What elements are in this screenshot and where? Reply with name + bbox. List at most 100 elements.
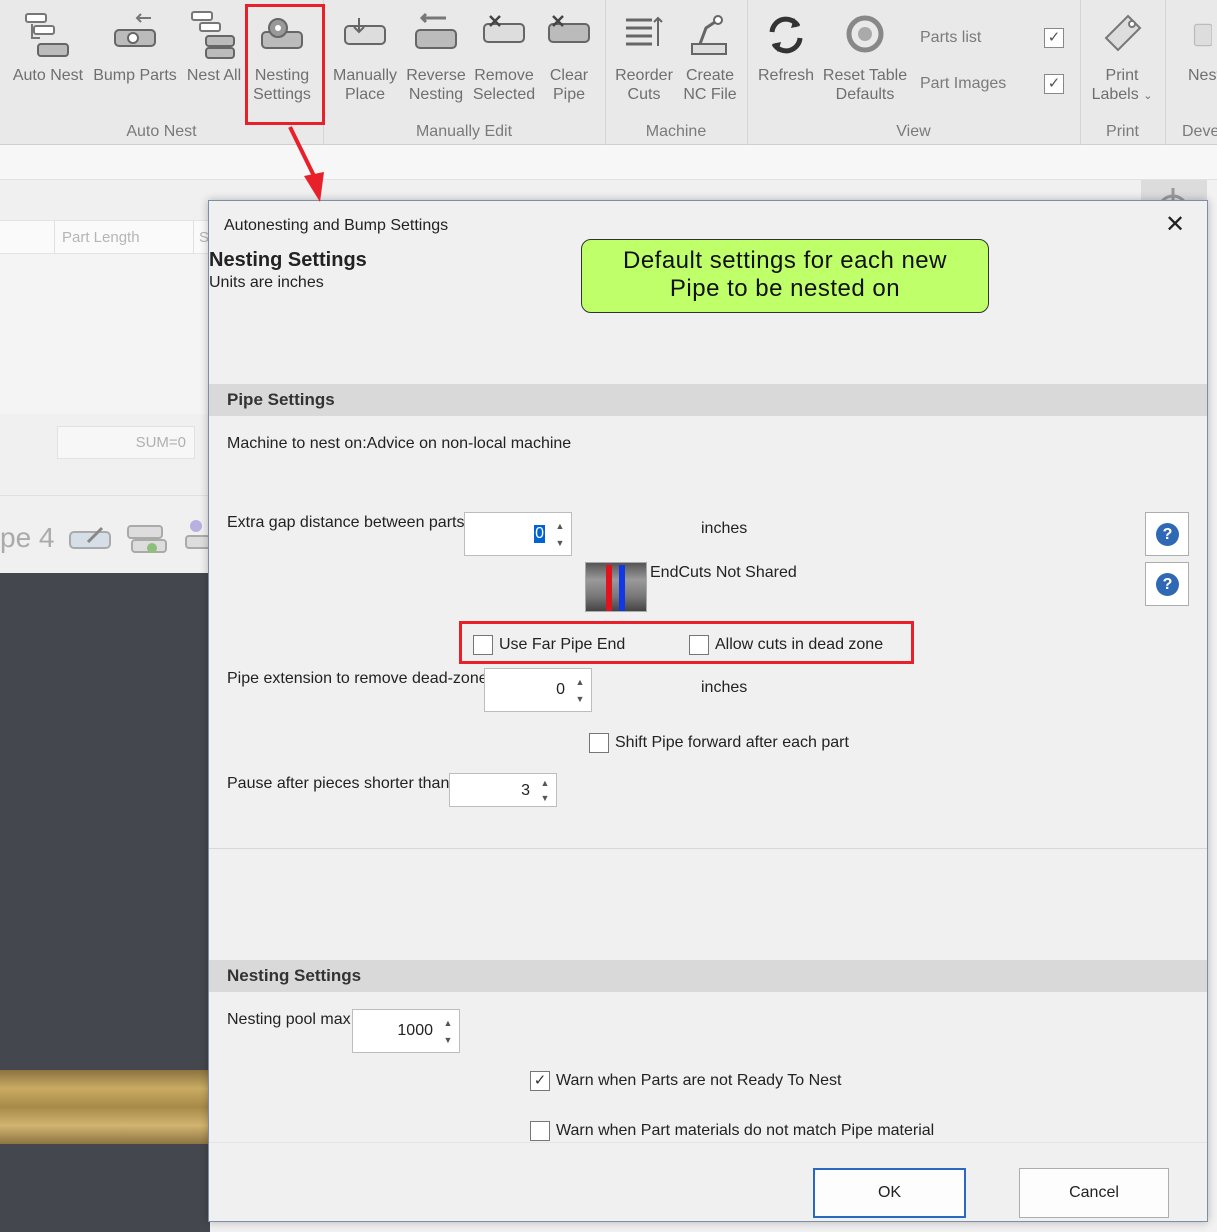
allow-cuts-dead-zone-label: Allow cuts in dead zone bbox=[715, 636, 884, 653]
close-icon[interactable]: ✕ bbox=[1161, 211, 1189, 239]
manually-place-icon bbox=[344, 18, 386, 45]
machine-label: Machine to nest on:Advice on non-local m… bbox=[227, 435, 572, 452]
allow-cuts-dead-zone-checkbox[interactable] bbox=[689, 635, 709, 655]
clear-pipe-button[interactable]: Clear Pipe bbox=[540, 10, 598, 110]
use-far-pipe-end-label: Use Far Pipe End bbox=[499, 636, 626, 653]
manually-place-button[interactable]: Manually Place bbox=[330, 10, 400, 110]
pipe-extension-unit: inches bbox=[701, 679, 748, 696]
auto-nest-icon bbox=[25, 13, 69, 57]
spinner-down-icon[interactable]: ▼ bbox=[539, 791, 551, 805]
part-images-checkbox[interactable]: ✓ bbox=[1044, 74, 1064, 94]
pipe-settings-header: Pipe Settings bbox=[209, 384, 1207, 416]
spinner-up-icon[interactable]: ▲ bbox=[554, 519, 566, 533]
help-button-endcuts[interactable]: ? bbox=[1145, 562, 1189, 606]
group-label-print: Print bbox=[1106, 123, 1139, 140]
remove-selected-icon bbox=[483, 15, 525, 43]
spinner-up-icon[interactable]: ▲ bbox=[539, 776, 551, 790]
group-label-machine: Machine bbox=[645, 123, 707, 140]
pipe-extension-label: Pipe extension to remove dead-zone bbox=[227, 670, 488, 687]
bump-parts-button[interactable]: Bump Parts bbox=[92, 10, 178, 110]
tag-icon bbox=[1104, 14, 1142, 52]
clear-pipe-label-2: Pipe bbox=[552, 86, 586, 103]
help-button-extra-gap[interactable]: ? bbox=[1145, 512, 1189, 556]
edit-pipe-icon[interactable] bbox=[68, 522, 114, 556]
group-label-view: View bbox=[896, 123, 931, 140]
bump-parts-label: Bump Parts bbox=[93, 67, 177, 84]
print-labels-label-2: Labels ⌄ bbox=[1091, 86, 1153, 103]
create-nc-label-2: NC File bbox=[683, 86, 737, 103]
reorder-cuts-label-1: Reorder bbox=[615, 67, 673, 84]
reverse-nesting-button[interactable]: Reverse Nesting bbox=[402, 10, 470, 110]
pause-stepper[interactable]: 3 ▲ ▼ bbox=[449, 773, 557, 807]
reset-table-label-2: Defaults bbox=[835, 86, 895, 103]
shift-pipe-label: Shift Pipe forward after each part bbox=[615, 734, 849, 751]
nesting-settings-header: Nesting Settings bbox=[209, 960, 1207, 992]
nest-partial-button[interactable]: Nest bbox=[1182, 10, 1217, 110]
shift-pipe-checkbox[interactable] bbox=[589, 733, 609, 753]
reverse-nesting-label-1: Reverse bbox=[406, 67, 466, 84]
group-label-auto-nest: Auto Nest bbox=[126, 123, 197, 140]
reorder-cuts-label-2: Cuts bbox=[627, 86, 661, 103]
use-far-pipe-end-checkbox[interactable] bbox=[473, 635, 493, 655]
nesting-settings-highlight bbox=[245, 4, 325, 125]
spinner-up-icon[interactable]: ▲ bbox=[442, 1016, 454, 1030]
group-label-deve: Deve bbox=[1182, 123, 1217, 140]
pool-max-stepper[interactable]: 1000 ▲ ▼ bbox=[352, 1009, 460, 1053]
pipe-settings-icon[interactable] bbox=[182, 516, 210, 560]
nest-all-button[interactable]: Nest All bbox=[182, 10, 246, 110]
spinner-up-icon[interactable]: ▲ bbox=[574, 675, 586, 689]
extra-gap-value[interactable]: 0 bbox=[534, 525, 545, 543]
background-strip bbox=[0, 145, 1217, 180]
clear-pipe-label-1: Clear bbox=[549, 67, 589, 84]
reorder-cuts-icon bbox=[626, 16, 663, 46]
column-part-length[interactable]: Part Length bbox=[62, 229, 140, 246]
pool-max-value[interactable]: 1000 bbox=[397, 1022, 433, 1040]
dialog-heading: Nesting Settings bbox=[209, 249, 367, 271]
ok-button[interactable]: OK bbox=[813, 1168, 966, 1218]
pipe-extension-value[interactable]: 0 bbox=[556, 681, 565, 699]
reorder-cuts-button[interactable]: Reorder Cuts bbox=[610, 10, 678, 110]
spinner-down-icon[interactable]: ▼ bbox=[554, 536, 566, 550]
manually-place-label-1: Manually bbox=[332, 67, 398, 84]
spinner-down-icon[interactable]: ▼ bbox=[442, 1033, 454, 1047]
parts-list-label: Parts list bbox=[920, 29, 982, 46]
create-nc-file-button[interactable]: Create NC File bbox=[680, 10, 740, 110]
spinner-down-icon[interactable]: ▼ bbox=[574, 692, 586, 706]
parts-table-header: Part Length S bbox=[0, 220, 210, 255]
extra-gap-stepper[interactable]: 0 ▲ ▼ bbox=[464, 512, 572, 556]
footer-divider bbox=[209, 1142, 1207, 1143]
nest-all-label: Nest All bbox=[186, 67, 242, 84]
warn-not-ready-checkbox[interactable]: ✓ bbox=[530, 1071, 550, 1091]
group-label-manually-edit: Manually Edit bbox=[415, 123, 513, 140]
reverse-nesting-label-2: Nesting bbox=[408, 86, 464, 103]
bump-parts-icon bbox=[114, 13, 156, 47]
sum-field: SUM=0 bbox=[57, 426, 195, 459]
refresh-icon bbox=[769, 16, 803, 54]
reset-table-defaults-button[interactable]: Reset Table Defaults bbox=[820, 10, 910, 110]
warn-material-checkbox[interactable] bbox=[530, 1121, 550, 1141]
refresh-button[interactable]: Refresh bbox=[756, 10, 816, 110]
auto-nest-button[interactable]: Auto Nest bbox=[8, 10, 88, 110]
pipe-extension-stepper[interactable]: 0 ▲ ▼ bbox=[484, 668, 592, 712]
pipe-tab-label[interactable]: pe 4 bbox=[0, 522, 55, 554]
nest-partial-icon bbox=[1193, 23, 1212, 47]
pause-value[interactable]: 3 bbox=[521, 782, 530, 800]
endcuts-image[interactable] bbox=[585, 562, 647, 612]
callout-line-1: Default settings for each new bbox=[622, 247, 947, 274]
autonesting-settings-dialog: Autonesting and Bump Settings ✕ Nesting … bbox=[208, 200, 1208, 1222]
dialog-title: Autonesting and Bump Settings bbox=[224, 217, 449, 234]
clear-pipe-icon bbox=[548, 15, 590, 43]
print-labels-label-1: Print bbox=[1105, 67, 1139, 84]
print-labels-button[interactable]: Print Labels ⌄ bbox=[1088, 10, 1156, 110]
reset-table-label-1: Reset Table bbox=[822, 67, 908, 84]
add-pipe-icon[interactable] bbox=[126, 522, 172, 556]
chevron-down-icon: ⌄ bbox=[1143, 90, 1153, 102]
cancel-button[interactable]: Cancel bbox=[1019, 1168, 1169, 1218]
callout-line-2: Pipe to be nested on bbox=[669, 275, 901, 302]
section-divider bbox=[209, 848, 1207, 849]
parts-list-checkbox[interactable]: ✓ bbox=[1044, 28, 1064, 48]
endcuts-label: EndCuts Not Shared bbox=[650, 564, 797, 581]
parts-table-body bbox=[0, 254, 210, 414]
remove-selected-button[interactable]: Remove Selected bbox=[470, 10, 538, 110]
ribbon-toolbar: Auto Nest Bump Parts Nest All Nesting Se… bbox=[0, 0, 1217, 145]
